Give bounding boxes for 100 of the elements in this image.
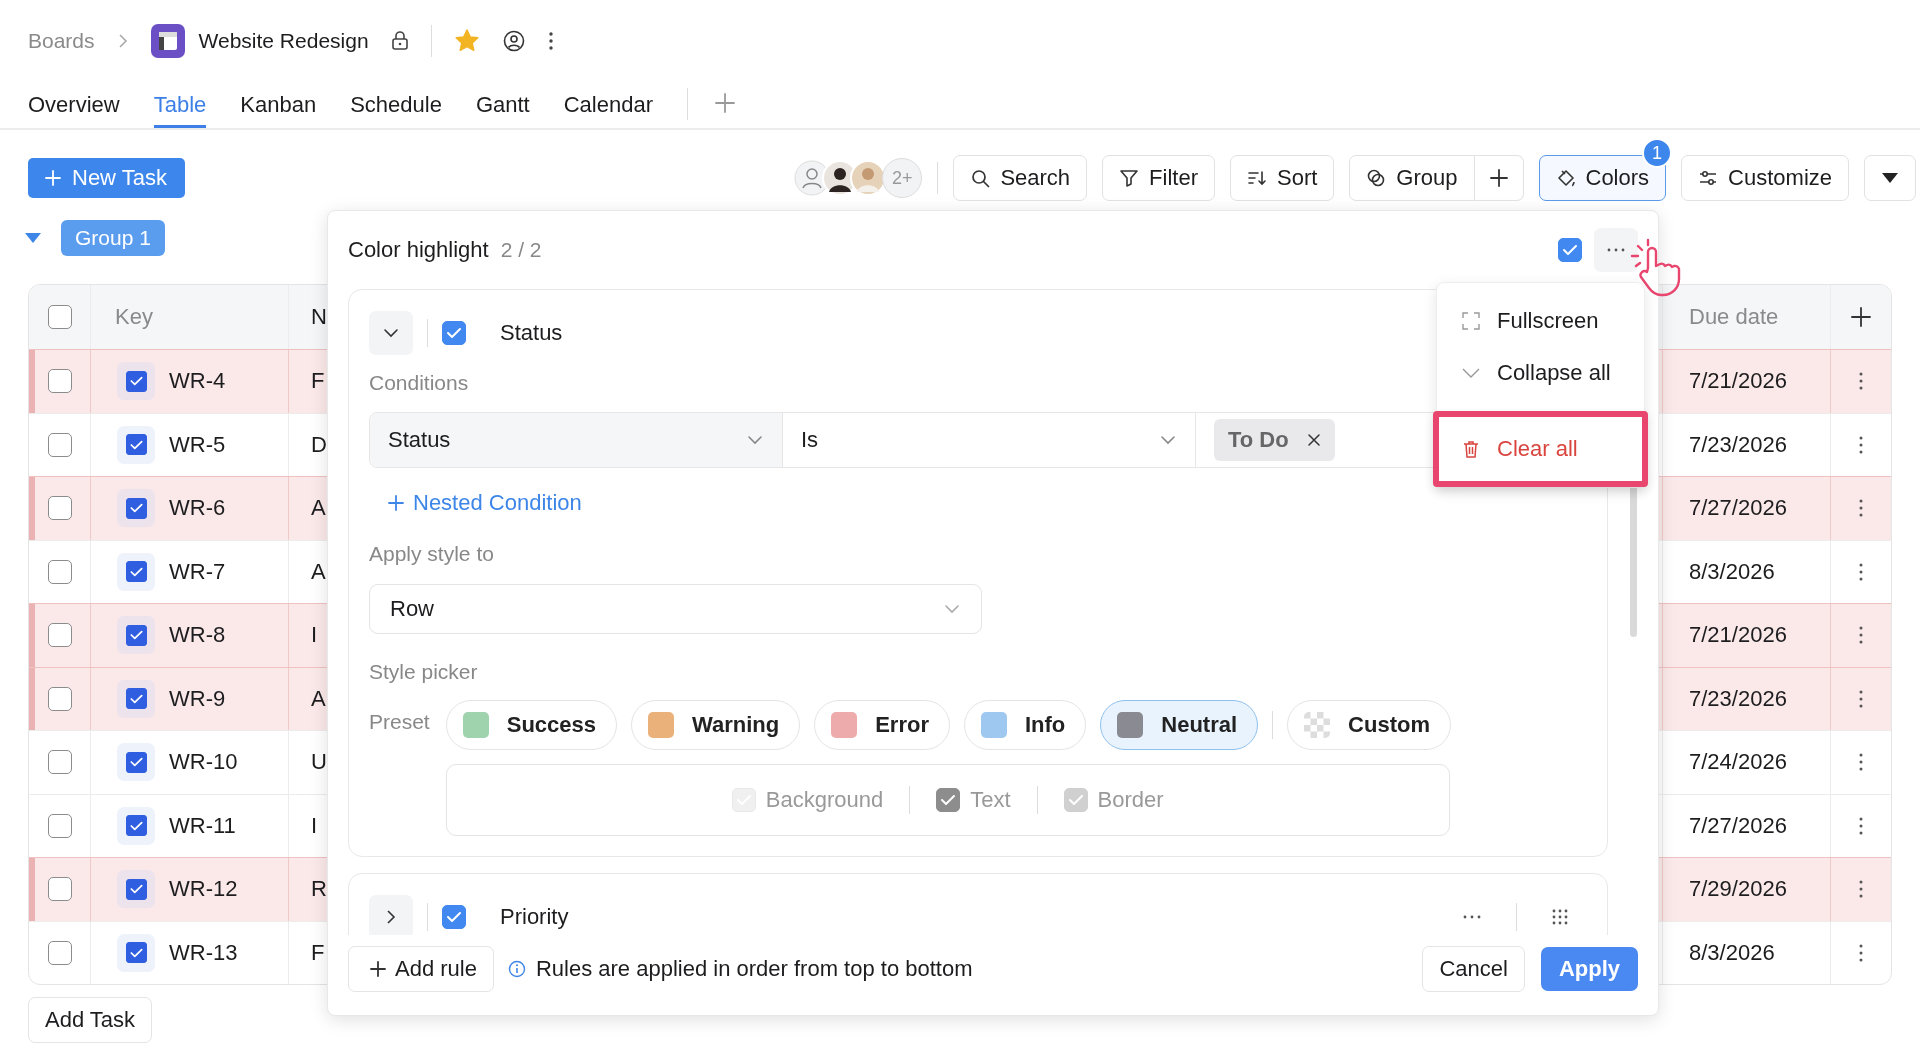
more-icon[interactable] bbox=[1858, 434, 1864, 455]
task-key: WR-9 bbox=[169, 685, 226, 712]
dropdown-button[interactable] bbox=[1864, 155, 1916, 201]
rule-name: Priority bbox=[500, 904, 569, 930]
tab[interactable]: Table bbox=[153, 82, 207, 128]
due-date: 7/21/2026 bbox=[1689, 622, 1787, 649]
checkbox[interactable] bbox=[125, 434, 147, 456]
sliders-icon bbox=[1698, 168, 1719, 188]
rule-count: 2 / 2 bbox=[500, 238, 542, 262]
more-icon[interactable] bbox=[1858, 371, 1864, 392]
star-icon[interactable] bbox=[453, 28, 480, 54]
menu-item[interactable]: Fullscreen bbox=[1437, 295, 1644, 347]
checkbox[interactable] bbox=[442, 321, 466, 345]
checkbox[interactable] bbox=[47, 750, 72, 775]
value-label: To Do bbox=[1228, 427, 1289, 453]
checkbox[interactable] bbox=[47, 432, 72, 457]
board-icon bbox=[150, 24, 185, 58]
more-icon[interactable] bbox=[1858, 752, 1864, 773]
caret-down-icon[interactable] bbox=[25, 233, 41, 243]
preset-chip[interactable]: Info bbox=[964, 700, 1087, 750]
filter-icon bbox=[1119, 168, 1140, 188]
rule-name: Status bbox=[500, 320, 563, 346]
checkbox[interactable] bbox=[47, 813, 72, 838]
operator-select[interactable]: Is bbox=[783, 413, 1196, 467]
sort-button[interactable]: Sort bbox=[1230, 155, 1335, 201]
checkbox[interactable] bbox=[47, 940, 72, 965]
tab[interactable]: Kanban bbox=[240, 82, 317, 128]
caret-down-icon bbox=[1881, 172, 1899, 184]
more-icon[interactable] bbox=[1858, 498, 1864, 519]
task-name: F bbox=[311, 368, 325, 395]
due-date: 7/23/2026 bbox=[1689, 431, 1787, 458]
preset-chip[interactable]: Custom bbox=[1287, 700, 1451, 750]
checkbox[interactable] bbox=[125, 688, 147, 710]
due-date: 8/3/2026 bbox=[1689, 939, 1775, 966]
cancel-button[interactable]: Cancel bbox=[1422, 946, 1525, 992]
user-settings-icon[interactable] bbox=[501, 29, 526, 53]
task-key: WR-8 bbox=[169, 622, 226, 649]
new-task-button[interactable]: New Task bbox=[28, 158, 185, 198]
menu-item[interactable]: Collapse all bbox=[1437, 347, 1644, 399]
more-icon[interactable] bbox=[1858, 625, 1864, 646]
checkbox[interactable] bbox=[125, 497, 147, 519]
checkbox[interactable] bbox=[47, 496, 72, 521]
checkbox[interactable] bbox=[47, 305, 72, 329]
group-button[interactable]: Group bbox=[1349, 155, 1475, 201]
checkbox[interactable] bbox=[47, 686, 72, 711]
checkbox[interactable] bbox=[47, 559, 72, 584]
checkbox[interactable] bbox=[125, 751, 147, 773]
paint-bucket-icon bbox=[1555, 168, 1576, 188]
nested-condition-link[interactable]: Nested Condition bbox=[387, 490, 582, 516]
checkbox[interactable] bbox=[47, 623, 72, 648]
preset-chip[interactable]: Success bbox=[445, 700, 617, 750]
drag-handle-icon[interactable] bbox=[1551, 908, 1569, 926]
add-rule-button[interactable]: Add rule bbox=[348, 946, 494, 992]
apply-select[interactable]: Row bbox=[369, 584, 982, 634]
preset-chip[interactable]: Warning bbox=[631, 700, 801, 750]
menu-item[interactable]: Clear all bbox=[1433, 411, 1648, 487]
plus-icon bbox=[1488, 168, 1509, 188]
checkbox[interactable] bbox=[936, 788, 961, 812]
filter-button[interactable]: Filter bbox=[1102, 155, 1215, 201]
search-icon bbox=[970, 168, 991, 188]
checkbox[interactable] bbox=[125, 624, 147, 646]
checkbox[interactable] bbox=[125, 815, 147, 837]
due-date: 8/3/2026 bbox=[1689, 558, 1775, 585]
field-select[interactable]: Status bbox=[370, 413, 783, 467]
preset-chip[interactable]: Error bbox=[814, 700, 950, 750]
task-key: WR-7 bbox=[169, 558, 226, 585]
preset-chip[interactable]: Neutral bbox=[1100, 700, 1259, 750]
more-icon[interactable] bbox=[1858, 879, 1864, 900]
tab[interactable]: Overview bbox=[28, 82, 120, 128]
board-title: Website Redesign bbox=[198, 29, 369, 53]
checkbox[interactable] bbox=[125, 878, 147, 900]
sort-icon bbox=[1247, 168, 1267, 188]
more-icon[interactable] bbox=[1462, 914, 1482, 920]
checkbox[interactable] bbox=[47, 369, 72, 394]
trash-icon bbox=[1461, 439, 1481, 459]
value-tag[interactable]: To Do bbox=[1214, 419, 1335, 461]
more-icon bbox=[1606, 247, 1626, 253]
checkbox[interactable] bbox=[47, 877, 72, 902]
tab[interactable]: Gantt bbox=[475, 82, 530, 128]
info-icon bbox=[507, 960, 526, 978]
checkbox[interactable] bbox=[1558, 238, 1582, 262]
tab[interactable]: Calendar bbox=[563, 82, 653, 128]
tab[interactable]: Schedule bbox=[350, 82, 442, 128]
more-icon[interactable] bbox=[1858, 688, 1864, 709]
search-button[interactable]: Search bbox=[953, 155, 1088, 201]
more-icon[interactable] bbox=[1858, 561, 1864, 582]
customize-button[interactable]: Customize bbox=[1681, 155, 1849, 201]
more-icon[interactable] bbox=[1858, 942, 1864, 963]
checkbox[interactable] bbox=[442, 905, 466, 929]
add-group-button[interactable] bbox=[1474, 155, 1524, 201]
lock-icon bbox=[390, 31, 409, 51]
more-icon[interactable] bbox=[547, 31, 554, 51]
close-icon[interactable] bbox=[1306, 433, 1321, 447]
due-date: 7/27/2026 bbox=[1689, 812, 1787, 839]
more-icon[interactable] bbox=[1858, 815, 1864, 836]
circles-icon bbox=[1366, 168, 1387, 188]
checkbox[interactable] bbox=[125, 370, 147, 392]
add-task-button[interactable]: Add Task bbox=[28, 997, 153, 1043]
checkbox[interactable] bbox=[125, 561, 147, 583]
checkbox[interactable] bbox=[125, 942, 147, 964]
